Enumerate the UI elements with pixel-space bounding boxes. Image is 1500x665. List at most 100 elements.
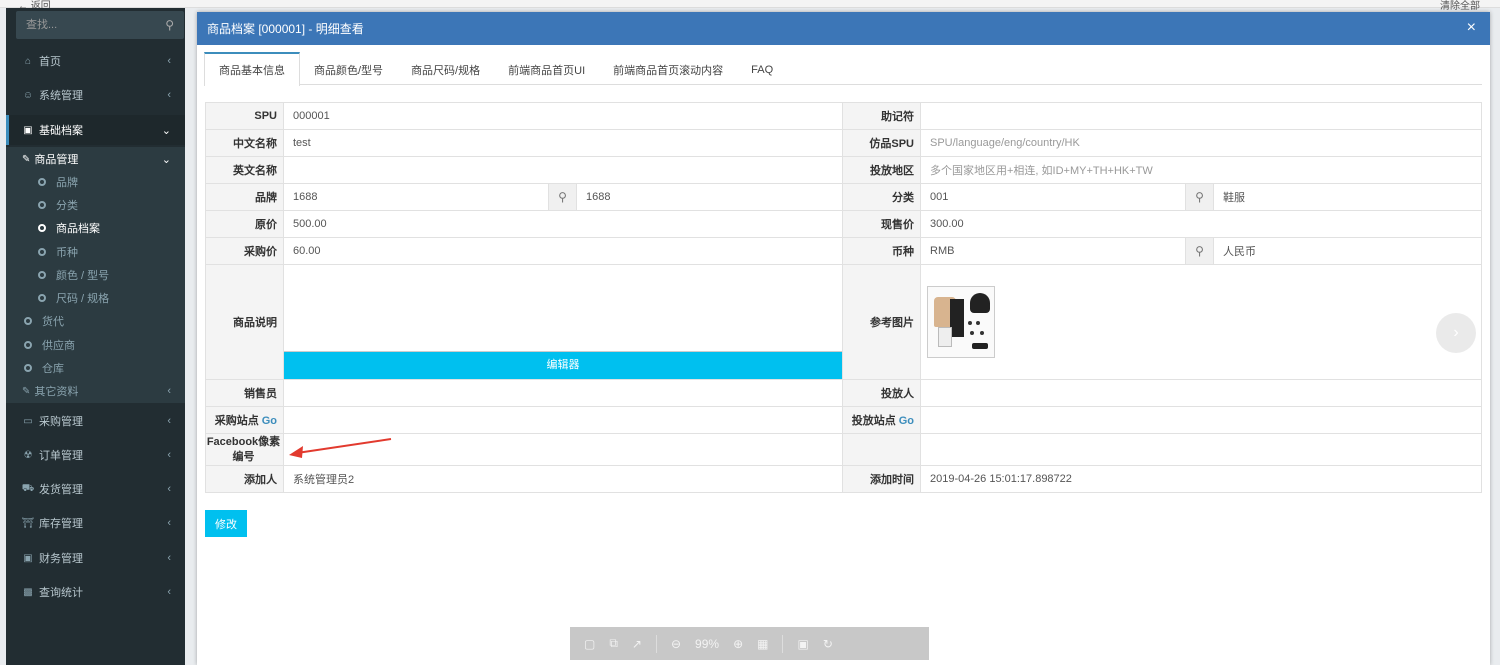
- sidebar-item-label: 财务管理: [39, 553, 83, 565]
- table-row: 销售员 投放人: [205, 379, 1482, 407]
- description-cell: 编辑器: [283, 264, 843, 380]
- tab-faq[interactable]: FAQ: [737, 52, 787, 85]
- tab-size-spec[interactable]: 商品尺码/规格: [397, 52, 494, 85]
- search-icon[interactable]: ⚲: [548, 184, 577, 210]
- save-icon[interactable]: ▢: [584, 637, 595, 651]
- cn-name-field[interactable]: test: [283, 129, 843, 157]
- table-row: 原价 500.00 现售价 300.00: [205, 210, 1482, 238]
- sidebar-item-forwarder[interactable]: 货代: [6, 310, 185, 332]
- category-name-field: 鞋服: [1223, 192, 1245, 204]
- sidebar-item-product-archive[interactable]: 商品档案: [6, 217, 185, 239]
- sidebar-item-statistics[interactable]: ▩ 查询统计 ‹: [6, 577, 185, 607]
- currency-lookup: RMB ⚲ 人民币: [920, 237, 1482, 265]
- sidebar-item-product-mgmt[interactable]: ✎ 商品管理 ⌄: [6, 148, 185, 170]
- chevron-left-icon: ‹: [167, 415, 171, 427]
- region-field[interactable]: 多个国家地区用+相连, 如ID+MY+TH+HK+TW: [920, 156, 1482, 184]
- circle-icon: [38, 201, 46, 209]
- field-label: 仿品SPU: [842, 129, 921, 157]
- sidebar-item-brand[interactable]: 品牌: [6, 171, 185, 193]
- sidebar-item-system[interactable]: ☺ 系统管理 ‹: [6, 80, 185, 110]
- sidebar-item-home[interactable]: ⌂ 首页 ‹: [6, 46, 185, 76]
- table-row: 采购站点 Go 投放站点 Go: [205, 406, 1482, 434]
- sidebar-item-label: 商品管理: [34, 154, 79, 166]
- field-label: 投放站点: [851, 415, 896, 427]
- seller-field[interactable]: [283, 379, 843, 407]
- brand-lookup: 1688 ⚲ 1688: [283, 183, 843, 211]
- fake-spu-field[interactable]: SPU/language/eng/country/HK: [920, 129, 1482, 157]
- sidebar-item-label: 币种: [56, 247, 78, 259]
- currency-code-field[interactable]: RMB: [921, 238, 1185, 264]
- purchase-price-field[interactable]: 60.00: [283, 237, 843, 265]
- chevron-left-icon: ‹: [167, 449, 171, 461]
- sidebar-item-color-model[interactable]: 颜色 / 型号: [6, 264, 185, 286]
- investor-field[interactable]: [920, 379, 1482, 407]
- sidebar-item-label: 订单管理: [39, 450, 83, 462]
- clear-all-link[interactable]: 清除全部: [1440, 0, 1480, 12]
- search-icon[interactable]: ⚲: [165, 18, 174, 32]
- rotate-icon[interactable]: ↻: [823, 637, 833, 651]
- sidebar-item-other-data[interactable]: ✎ 其它资料 ‹: [6, 380, 185, 402]
- spu-field[interactable]: 000001: [283, 102, 843, 130]
- put-site-field[interactable]: [920, 406, 1482, 434]
- search-input[interactable]: [16, 11, 184, 39]
- sidebar-item-inventory[interactable]: ⛩ 库存管理 ‹: [6, 508, 185, 538]
- sidebar-item-finance[interactable]: ▣ 财务管理 ‹: [6, 543, 185, 573]
- sidebar-item-label: 货代: [42, 316, 64, 328]
- submenu: ✎ 商品管理 ⌄ 品牌 分类 商品档案 币种 颜色 / 型号 尺码 / 规格 货…: [6, 147, 185, 403]
- fit-icon[interactable]: ▣: [797, 637, 808, 651]
- modify-button[interactable]: 修改: [205, 510, 247, 537]
- zoom-in-icon[interactable]: ⊕: [733, 637, 743, 651]
- buy-site-field[interactable]: [283, 406, 843, 434]
- user-circle-icon: ☺: [22, 89, 34, 101]
- close-icon[interactable]: ×: [1467, 19, 1476, 37]
- field-label: 销售员: [205, 379, 284, 407]
- add-time-field: 2019-04-26 15:01:17.898722: [920, 465, 1482, 493]
- en-name-field[interactable]: [283, 156, 843, 184]
- sidebar-item-label: 颜色 / 型号: [56, 270, 110, 282]
- share-icon[interactable]: ↗: [632, 637, 642, 651]
- chevron-left-icon: ‹: [167, 89, 171, 101]
- category-code-field[interactable]: 001: [921, 184, 1185, 210]
- grid-icon[interactable]: ▦: [757, 637, 768, 651]
- circle-icon: [24, 364, 32, 372]
- go-link[interactable]: Go: [262, 415, 277, 427]
- field-label: 采购站点: [214, 415, 259, 427]
- field-label: 投放人: [842, 379, 921, 407]
- sidebar-item-label: 仓库: [42, 363, 64, 375]
- sidebar-item-supplier[interactable]: 供应商: [6, 334, 185, 356]
- sidebar-item-warehouse[interactable]: 仓库: [6, 357, 185, 379]
- description-textarea[interactable]: [284, 265, 842, 352]
- orig-price-field[interactable]: 500.00: [283, 210, 843, 238]
- annotation-arrow-icon: [289, 438, 392, 458]
- sidebar-item-order[interactable]: ☢ 订单管理 ‹: [6, 440, 185, 470]
- credit-card-icon: ▭: [23, 415, 33, 427]
- next-arrow-icon[interactable]: ›: [1436, 313, 1476, 353]
- cur-price-field[interactable]: 300.00: [920, 210, 1482, 238]
- sidebar-item-purchase[interactable]: ▭ 采购管理 ‹: [6, 406, 185, 436]
- field-label: 商品说明: [205, 264, 284, 380]
- sidebar-item-shipping[interactable]: ⛟ 发货管理 ‹: [6, 474, 185, 504]
- field-label: 现售价: [842, 210, 921, 238]
- sidebar-item-category[interactable]: 分类: [6, 194, 185, 216]
- tab-front-scroll[interactable]: 前端商品首页滚动内容: [599, 52, 737, 85]
- mnemonic-field[interactable]: [920, 102, 1482, 130]
- reference-image-thumbnail[interactable]: [927, 286, 995, 358]
- search-icon[interactable]: ⚲: [1185, 238, 1214, 264]
- editor-button[interactable]: 编辑器: [284, 352, 842, 379]
- tab-front-ui[interactable]: 前端商品首页UI: [494, 52, 599, 85]
- zoom-out-icon[interactable]: ⊖: [671, 637, 681, 651]
- copy-icon[interactable]: ⧉: [609, 636, 618, 651]
- search-icon[interactable]: ⚲: [1185, 184, 1214, 210]
- sidebar-item-basic-archive[interactable]: ▣ 基础档案 ⌄: [6, 115, 185, 145]
- zoom-level: 99%: [695, 636, 720, 651]
- circle-icon: [38, 178, 46, 186]
- chevron-left-icon: ‹: [167, 55, 171, 67]
- sidebar-item-label: 库存管理: [39, 518, 83, 530]
- go-link[interactable]: Go: [899, 415, 914, 427]
- tab-color-model[interactable]: 商品颜色/型号: [300, 52, 397, 85]
- sidebar-item-size-spec[interactable]: 尺码 / 规格: [6, 287, 185, 309]
- sidebar-item-currency[interactable]: 币种: [6, 241, 185, 263]
- sidebar-item-label: 尺码 / 规格: [56, 293, 110, 305]
- tab-basic-info[interactable]: 商品基本信息: [204, 52, 300, 86]
- brand-code-field[interactable]: 1688: [284, 184, 548, 210]
